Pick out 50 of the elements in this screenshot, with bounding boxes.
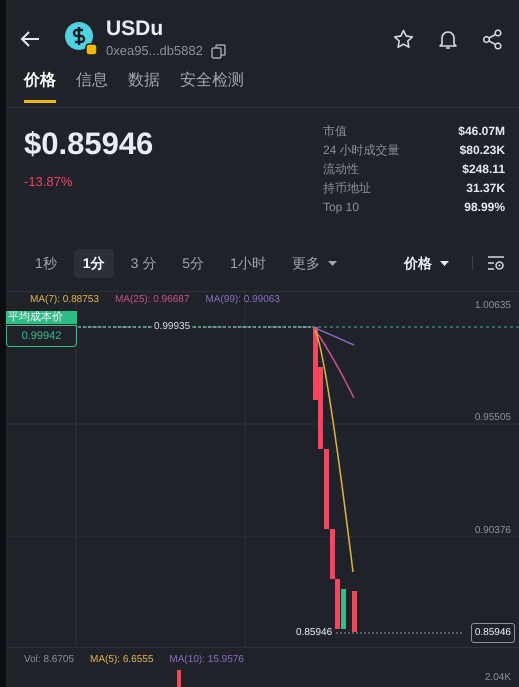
interval-tab[interactable]: 1小时	[221, 248, 275, 278]
back-button[interactable]	[20, 30, 40, 48]
stat-value: 31.37K	[466, 180, 505, 197]
volume-legend: Vol: 8.6705	[24, 654, 74, 666]
current-price-tag: 0.85946	[470, 623, 515, 643]
coin-title: USDu	[106, 17, 164, 42]
axis-label: 0.90376	[474, 525, 511, 537]
caret-icon	[328, 260, 337, 267]
tab[interactable]: 安全检测	[180, 72, 244, 103]
stat-label: 流动性	[323, 161, 359, 178]
ma-legend: MA(99): 0.99063	[205, 294, 280, 306]
interval-tab[interactable]: 3 分	[122, 248, 166, 278]
axis-label: 0.95505	[474, 412, 511, 424]
volume-bar	[177, 670, 181, 687]
interval-tab[interactable]: 1秒	[26, 248, 66, 278]
share-icon[interactable]	[482, 28, 503, 50]
contract-address: 0xea95...db5882	[106, 42, 203, 60]
copy-icon[interactable]	[210, 44, 226, 58]
interval-tab[interactable]: 1分	[74, 248, 114, 278]
stat-value: $248.11	[462, 161, 505, 178]
interval-tab[interactable]: 5分	[173, 248, 214, 278]
stat-label: Top 10	[323, 199, 360, 216]
low-price-label: 0.85946	[296, 627, 332, 639]
stat-label: 市值	[323, 123, 347, 140]
average-cost-label: 平均成本价	[6, 311, 77, 324]
stat-value: 98.99%	[464, 199, 505, 216]
tab[interactable]: 数据	[128, 72, 160, 103]
candle	[352, 591, 357, 632]
stat-label: 24 小时成交量	[323, 142, 400, 159]
axis-label: 2.04K	[484, 672, 511, 684]
tab[interactable]: 信息	[76, 72, 108, 103]
chart-type-dropdown[interactable]: 价格	[395, 248, 458, 278]
stat-value: $46.07M	[458, 123, 505, 140]
caret-icon	[440, 260, 449, 267]
price-change: -13.87%	[24, 173, 74, 191]
ma-legend: MA(7): 0.88753	[30, 294, 99, 306]
average-cost-value: 0.99942	[6, 325, 77, 347]
volume-legend: MA(10): 15.9576	[169, 654, 244, 666]
chart-settings-icon[interactable]	[487, 256, 505, 270]
ma-legend: MA(25): 0.96687	[114, 294, 190, 306]
stat-value: $80.23K	[460, 142, 505, 159]
coin-logo-icon	[64, 21, 98, 57]
axis-label: 1.00635	[474, 300, 511, 312]
volume-legend: MA(5): 6.6555	[90, 654, 154, 666]
stat-label: 持币地址	[323, 180, 371, 197]
star-icon[interactable]	[393, 29, 414, 49]
more-dropdown[interactable]: 更多	[282, 248, 346, 278]
tab[interactable]: 价格	[24, 72, 56, 103]
bell-icon[interactable]	[438, 28, 458, 50]
price-value: $0.85946	[24, 126, 154, 162]
